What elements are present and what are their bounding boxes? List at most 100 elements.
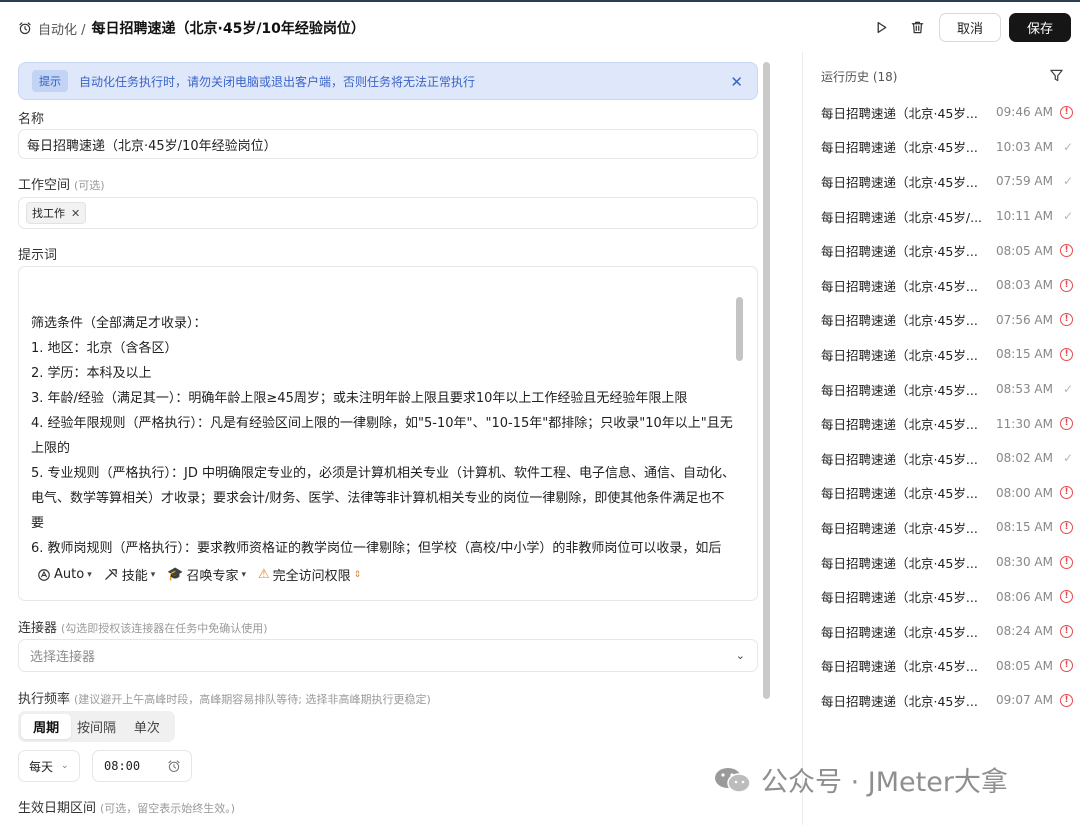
history-item[interactable]: 每日招聘速递（北京·45岁... 08:00 AM! [821,476,1073,511]
breadcrumb: 自动化 / 每日招聘速递（北京·45岁/10年经验岗位） [18,18,365,38]
check-icon: ✓ [1062,382,1073,397]
history-item[interactable]: 每日招聘速递（北京·45岁... 08:05 AM! [821,649,1073,684]
run-button[interactable] [867,14,895,42]
tab-interval[interactable]: 按间隔 [71,714,121,739]
wechat-logo-icon [715,767,751,793]
error-status-icon: ! [1053,347,1073,361]
delete-button[interactable] [903,14,931,42]
history-item-time: 08:53 AM [996,382,1053,397]
chevron-down-icon: ▾ [150,569,156,580]
check-icon: ✓ [1062,139,1073,154]
error-status-icon: ! [1053,105,1073,119]
workspace-select[interactable]: 找工作 ✕ [18,197,758,229]
date-range-label: 生效日期区间 (可选，留空表示始终生效。) [18,801,236,816]
history-item[interactable]: 每日招聘速递（北京·45岁... 08:15 AM! [821,510,1073,545]
history-item-time: 08:00 AM [996,485,1053,500]
notice-banner: 提示 自动化任务执行时，请勿关闭电脑或退出客户端，否则任务将无法正常执行 ✕ [18,62,758,100]
exclamation-icon: ! [1060,624,1073,638]
history-item[interactable]: 每日招聘速递（北京·45岁... 09:46 AM! [821,95,1073,130]
remove-chip-icon[interactable]: ✕ [71,207,80,220]
exclamation-icon: ! [1060,244,1073,258]
exclamation-icon: ! [1060,486,1073,500]
chevron-updown-icon: ⇕ [353,569,362,580]
tab-once[interactable]: 单次 [122,714,172,739]
workspace-hint: (可选) [74,179,105,192]
history-item[interactable]: 每日招聘速递（北京·45岁... 11:30 AM! [821,406,1073,441]
tab-period[interactable]: 周期 [21,714,72,739]
history-item-title: 每日招聘速递（北京·45岁... [821,417,978,433]
history-item[interactable]: 每日招聘速递（北京·45岁... 08:03 AM! [821,268,1073,303]
play-icon [877,21,886,34]
history-item-time: 07:56 AM [996,312,1053,327]
prompt-text[interactable]: 筛选条件（全部满足才收录）： 1. 地区：北京（含各区） 2. 学历：本科及以上… [31,311,736,561]
exclamation-icon: ! [1060,590,1073,604]
history-item[interactable]: 每日招聘速递（北京·45岁... 07:59 AM ✓ [821,164,1073,199]
history-item-time: 10:03 AM [996,139,1053,154]
history-item-title: 每日招聘速递（北京·45岁... [821,105,978,121]
error-status-icon: ! [1053,520,1073,534]
name-input[interactable]: 每日招聘速递（北京·45岁/10年经验岗位） [18,129,758,159]
error-status-icon: ! [1053,693,1073,707]
prompt-scrollbar[interactable] [736,297,743,361]
error-status-icon: ! [1053,417,1073,431]
frequency-hint: (建议避开上午高峰时段，高峰期容易排队等待; 选择非高峰期执行更稳定) [74,693,431,706]
run-history-title: 运行历史 (18) [821,70,898,84]
success-status-icon: ✓ [1053,140,1073,154]
history-item-title: 每日招聘速递（北京·45岁... [821,520,978,536]
history-item-title: 每日招聘速递（北京·45岁... [821,451,978,467]
error-status-icon: ! [1053,590,1073,604]
close-icon[interactable]: ✕ [730,73,743,91]
history-item[interactable]: 每日招聘速递（北京·45岁... 08:24 AM! [821,614,1073,649]
connector-select[interactable]: 选择连接器 ⌄ [18,639,758,672]
history-item[interactable]: 每日招聘速递（北京·45岁/... 10:11 AM ✓ [821,199,1073,234]
alarm-clock-icon[interactable] [167,759,181,773]
breadcrumb-automation-link[interactable]: 自动化 / [38,19,86,38]
history-item-time: 08:15 AM [996,520,1053,535]
skills-select[interactable]: 技能 ▾ [104,565,156,584]
exclamation-icon: ! [1060,347,1073,361]
history-item-title: 每日招聘速递（北京·45岁... [821,590,978,606]
history-item[interactable]: 每日招聘速递（北京·45岁... 08:06 AM! [821,579,1073,614]
history-item[interactable]: 每日招聘速递（北京·45岁... 08:02 AM ✓ [821,441,1073,476]
history-item-title: 每日招聘速递（北京·45岁... [821,486,978,502]
history-item[interactable]: 每日招聘速递（北京·45岁... 07:56 AM! [821,303,1073,338]
form-scrollbar[interactable] [763,62,770,699]
history-item[interactable]: 每日招聘速递（北京·45岁... 10:03 AM ✓ [821,130,1073,165]
history-item-title: 每日招聘速递（北京·45岁... [821,659,978,675]
prompt-toolbar: Auto ▾ 技能 ▾ 🎓 召唤专家 ▾ ⚠ 完全访问权限 ⇕ [37,565,361,584]
error-status-icon: ! [1053,313,1073,327]
save-button[interactable]: 保存 [1009,13,1071,42]
model-auto-select[interactable]: Auto ▾ [37,567,92,582]
exclamation-icon: ! [1060,659,1073,673]
skill-icon [104,569,117,580]
time-input[interactable]: 08:00 [92,750,192,782]
check-icon: ✓ [1062,209,1073,224]
history-item-title: 每日招聘速递（北京·45岁... [821,382,978,398]
history-item-title: 每日招聘速递（北京·45岁... [821,693,978,709]
history-item-title: 每日招聘速递（北京·45岁... [821,347,978,363]
cancel-button[interactable]: 取消 [939,13,1001,42]
history-item[interactable]: 每日招聘速递（北京·45岁... 08:53 AM ✓ [821,372,1073,407]
history-item[interactable]: 每日招聘速递（北京·45岁... 08:05 AM! [821,233,1073,268]
history-item-title: 每日招聘速递（北京·45岁... [821,140,978,156]
workspace-chip[interactable]: 找工作 ✕ [26,202,87,224]
history-item[interactable]: 每日招聘速递（北京·45岁... 09:07 AM! [821,683,1073,718]
header-actions: 取消 保存 [867,13,1071,42]
notice-tag: 提示 [32,70,68,92]
prompt-editor[interactable]: 筛选条件（全部满足才收录）： 1. 地区：北京（含各区） 2. 学历：本科及以上… [18,266,758,601]
history-item-time: 09:46 AM [996,105,1053,120]
history-item-title: 每日招聘速递（北京·45岁... [821,555,978,571]
history-item-time: 08:02 AM [996,451,1053,466]
filter-button[interactable] [1049,68,1064,87]
summon-expert-select[interactable]: 🎓 召唤专家 ▾ [167,565,246,584]
history-item-time: 08:05 AM [996,658,1053,673]
history-item[interactable]: 每日招聘速递（北京·45岁... 08:15 AM! [821,337,1073,372]
period-select[interactable]: 每天 ⌄ [18,750,80,782]
check-icon: ✓ [1062,451,1073,466]
history-item[interactable]: 每日招聘速递（北京·45岁... 08:30 AM! [821,545,1073,580]
workspace-label: 工作空间 (可选) [18,178,105,193]
permission-select[interactable]: ⚠ 完全访问权限 ⇕ [258,565,361,584]
history-item-time: 08:05 AM [996,243,1053,258]
error-status-icon: ! [1053,244,1073,258]
filter-icon [1050,69,1063,82]
